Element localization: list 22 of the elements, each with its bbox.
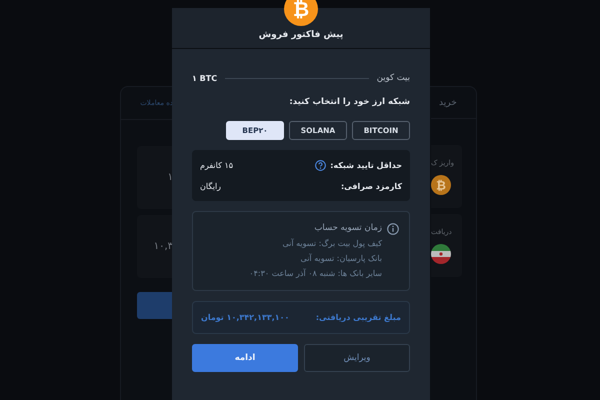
bitcoin-icon: ₿ (431, 174, 451, 194)
amount-text: ۱ (168, 172, 173, 183)
tab[interactable]: خرید (431, 87, 476, 119)
detail-value: ۱۵ کانفرم (200, 161, 234, 170)
settlement-title: زمان تسویه حساب (314, 222, 382, 235)
asset-amount: ۱ BTC (192, 74, 218, 82)
settlement-line: سایر بانک ها: شنبه ۰۸ آذر ساعت ۰۴:۳۰ (248, 268, 383, 280)
continue-button[interactable]: ادامه (192, 344, 298, 372)
detail-label: حداقل تایید شبکه: (330, 161, 402, 170)
info-icon (387, 222, 399, 234)
settlement-line: کیف پول بیت برگ: تسویه آنی (281, 238, 383, 250)
asset-name: بیت کوین (376, 73, 410, 83)
detail-label: کارمزد صرافی: (340, 182, 402, 191)
detail-value: رایگان (200, 182, 222, 191)
help-icon[interactable] (315, 160, 326, 171)
flag-icon (431, 244, 451, 264)
network-prompt: شبکه ارز خود را انتخاب کنید: (288, 97, 410, 107)
dialog-title: پیش فاکتور فروش (258, 30, 344, 40)
edit-button[interactable]: ویرایش (304, 344, 410, 372)
estimate-value: ۱۰,۳۴۲,۱۳۳,۱۰۰ تومان (201, 313, 290, 322)
settlement-line: بانک پارسیان: تسویه آنی (300, 252, 383, 265)
estimate-label: مبلغ تقریبی دریافتی: (316, 313, 401, 322)
